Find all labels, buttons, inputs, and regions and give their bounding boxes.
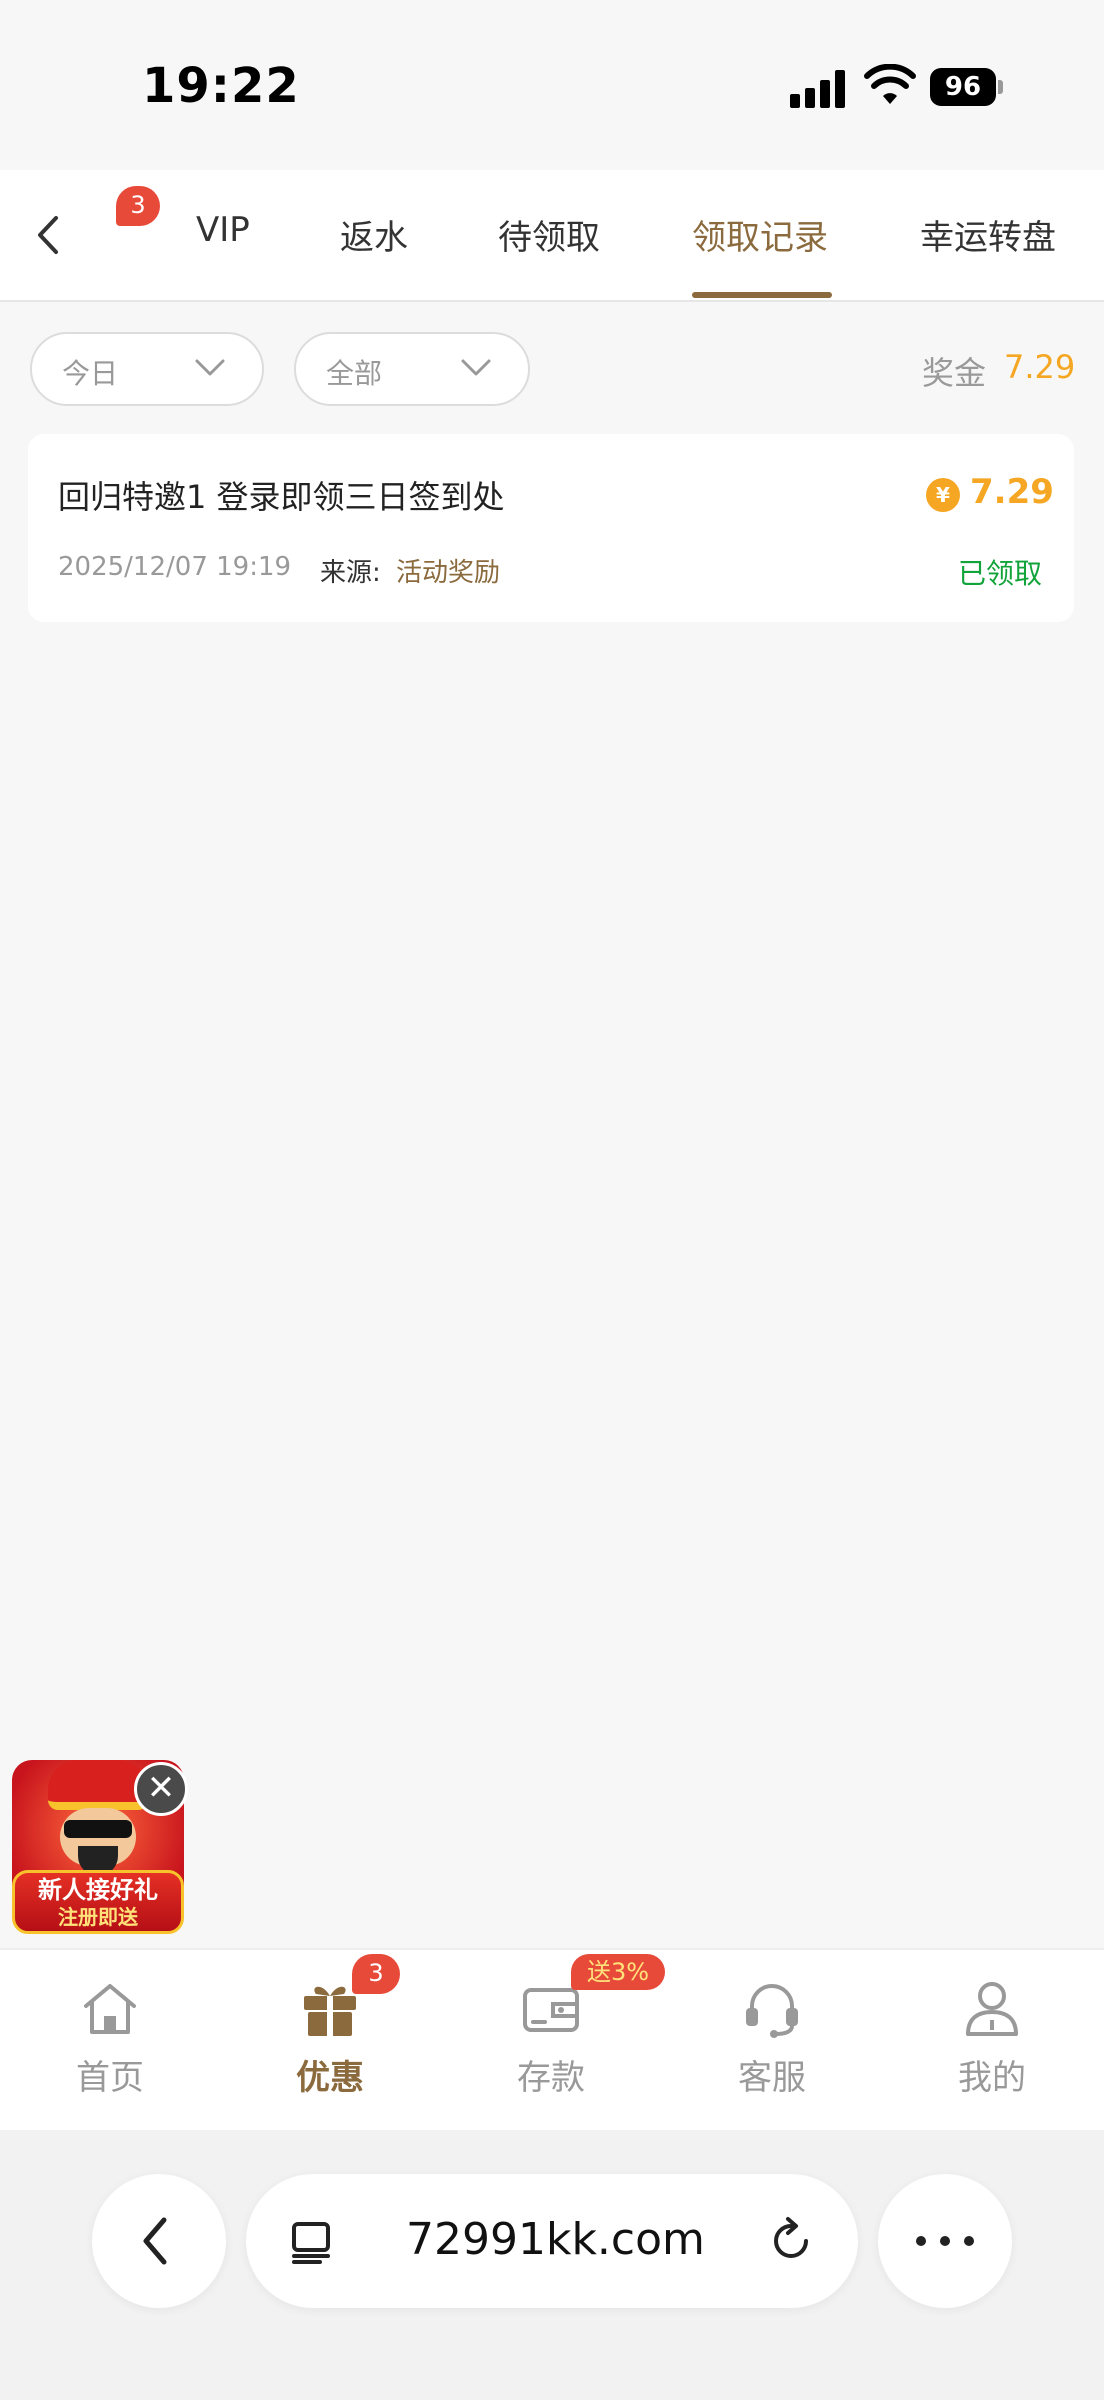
nav-support-label: 客服 <box>738 2058 806 2098</box>
user-icon <box>966 1982 1018 2036</box>
more-options-button[interactable] <box>878 2174 1012 2308</box>
nav-profile[interactable]: 我的 <box>882 1950 1102 2132</box>
address-bar[interactable]: 72991kk.com <box>246 2174 858 2308</box>
record-source-value: 活动奖励 <box>396 558 501 588</box>
status-time: 19:22 <box>142 58 300 114</box>
date-filter-label: 今日 <box>62 357 119 390</box>
tab-overview-icon <box>292 2222 330 2264</box>
nav-deposit-label: 存款 <box>517 2058 585 2098</box>
nav-deposit[interactable]: 送3% 存款 <box>441 1950 665 2132</box>
back-arrow-icon[interactable] <box>28 210 68 260</box>
chevron-down-icon <box>461 359 491 376</box>
bonus-total-value: 7.29 <box>1004 348 1076 386</box>
url-text: 72991kk.com <box>406 2214 705 2265</box>
nav-home[interactable]: 首页 <box>0 1950 220 2132</box>
date-filter-dropdown[interactable]: 今日 <box>30 332 264 406</box>
battery-icon: 96 <box>930 68 1003 106</box>
close-icon[interactable]: ✕ <box>134 1762 188 1816</box>
tab-claim-records[interactable]: 领取记录 <box>692 210 828 259</box>
tab-rebate[interactable]: 返水 <box>340 210 408 259</box>
promo-subtitle: 注册即送 <box>58 1905 138 1929</box>
chevron-down-icon <box>195 359 225 376</box>
wifi-icon <box>864 64 916 104</box>
promo-title: 新人接好礼 <box>38 1876 158 1904</box>
god-of-wealth-hat <box>48 1760 148 1810</box>
tab-vip[interactable]: VIP <box>196 210 250 250</box>
bonus-total-label: 奖金 <box>922 354 987 392</box>
coin-icon: ¥ <box>926 478 960 512</box>
tab-pending[interactable]: 待领取 <box>498 210 600 259</box>
notification-badge: 3 <box>116 186 160 226</box>
battery-level: 96 <box>930 68 996 106</box>
more-dot <box>916 2236 926 2246</box>
newcomer-gift-promo[interactable]: 新人接好礼 注册即送 ✕ <box>8 1756 188 1934</box>
more-dot <box>940 2236 950 2246</box>
category-tab-bar: 3 VIP 返水 待领取 领取记录 幸运转盘 <box>0 170 1104 302</box>
nav-profile-label: 我的 <box>958 2058 1026 2098</box>
record-source-label: 来源: <box>320 558 381 588</box>
type-filter-label: 全部 <box>326 357 383 390</box>
bottom-nav: 首页 3 优惠 送3% 存款 客服 我的 <box>0 1948 1104 2130</box>
cellular-signal-icon <box>790 70 846 108</box>
reload-icon[interactable] <box>766 2216 816 2266</box>
back-arrow-icon <box>143 2217 167 2265</box>
headset-icon <box>746 1984 798 2038</box>
nav-promotions[interactable]: 3 优惠 <box>220 1950 440 2132</box>
nav-home-label: 首页 <box>76 2058 144 2098</box>
sunglasses <box>64 1820 132 1838</box>
claim-record-card: 回归特邀1 登录即领三日签到处 ¥ 7.29 2025/12/07 19:19 … <box>28 434 1074 622</box>
gift-icon <box>304 1986 356 2036</box>
nav-promotions-label: 优惠 <box>296 2058 364 2098</box>
browser-back-button[interactable] <box>92 2174 226 2308</box>
nav-support[interactable]: 客服 <box>662 1950 882 2132</box>
deposit-bonus-tag: 送3% <box>571 1954 665 1990</box>
more-dot <box>964 2236 974 2246</box>
promo-banner: 新人接好礼 注册即送 <box>12 1870 184 1934</box>
active-tab-indicator <box>692 292 832 298</box>
record-date: 2025/12/07 19:19 <box>58 552 292 582</box>
record-amount: 7.29 <box>970 472 1054 512</box>
browser-toolbar: 72991kk.com <box>0 2130 1104 2400</box>
record-status: 已领取 <box>958 557 1043 590</box>
home-icon <box>84 1984 136 2034</box>
type-filter-dropdown[interactable]: 全部 <box>294 332 530 406</box>
status-bar: 19:22 96 <box>0 0 1104 170</box>
record-title: 回归特邀1 登录即领三日签到处 <box>58 478 505 516</box>
promotions-badge: 3 <box>352 1954 400 1994</box>
tab-lucky-wheel[interactable]: 幸运转盘 <box>920 210 1056 259</box>
